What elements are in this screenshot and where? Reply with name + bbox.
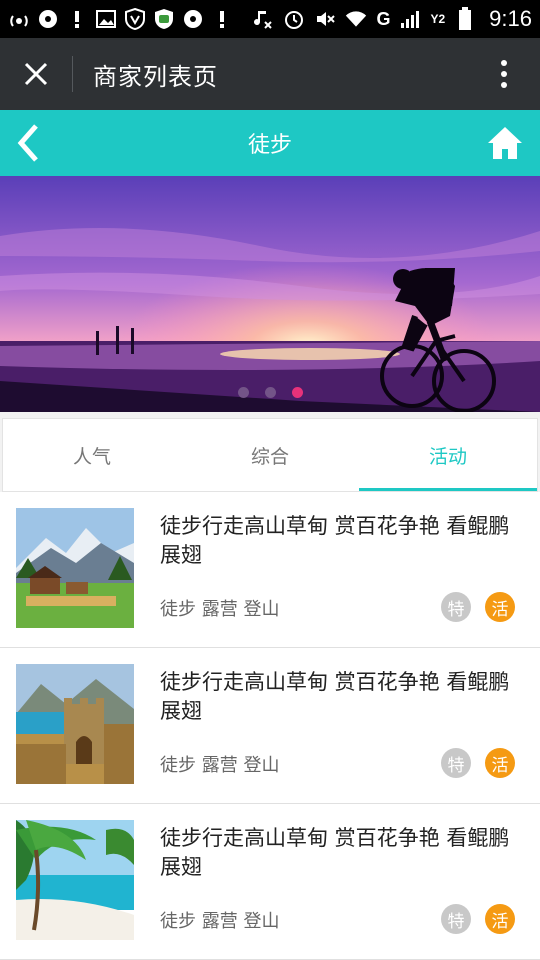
image-icon: [95, 8, 117, 30]
item-tags: 徒步 露营 登山: [160, 599, 280, 620]
close-icon: [24, 62, 48, 86]
clock: 9:16: [489, 6, 532, 31]
app-bar-divider: [72, 56, 73, 92]
tab-activity[interactable]: 活动: [359, 419, 537, 491]
status-bar: G Y2 9:16: [0, 0, 540, 38]
alert-icon: [66, 8, 88, 30]
alarm-icon: [283, 8, 305, 30]
carousel-dot[interactable]: [237, 387, 249, 398]
more-button[interactable]: [468, 38, 540, 110]
music-off-icon: [252, 8, 274, 30]
item-tags: 徒步 露营 登山: [160, 755, 280, 776]
carousel-indicator: [0, 387, 540, 398]
activity-badge: 活: [485, 592, 515, 622]
hotspot-icon: [8, 8, 30, 30]
signal-icon: [399, 8, 421, 30]
special-badge: 特: [441, 748, 471, 778]
nav-bar: 徒步: [0, 110, 540, 176]
shield-v-icon: [124, 8, 146, 30]
security-app-icon: [153, 8, 175, 30]
item-title: 徒步行走高山草甸 赏百花争艳 看鲲鹏展翅: [160, 670, 510, 723]
banner-carousel[interactable]: [0, 176, 540, 412]
list-item[interactable]: 徒步行走高山草甸 赏百花争艳 看鲲鹏展翅 徒步 露营 登山 特 活: [0, 648, 540, 804]
sim-label: Y2: [430, 12, 446, 26]
list-item[interactable]: 徒步行走高山草甸 赏百花争艳 看鲲鹏展翅 徒步 露营 登山 特 活: [0, 804, 540, 960]
merchant-list: 徒步行走高山草甸 赏百花争艳 看鲲鹏展翅 徒步 露营 登山 特 活 徒步行走高山…: [0, 492, 540, 960]
more-vertical-icon: [501, 60, 507, 88]
app-bar: 商家列表页: [0, 38, 540, 110]
activity-badge: 活: [485, 904, 515, 934]
thumbnail-tropical-beach: [16, 820, 134, 940]
record-icon: [37, 8, 59, 30]
alert-icon: [211, 8, 233, 30]
activity-badge: 活: [485, 748, 515, 778]
list-item[interactable]: 徒步行走高山草甸 赏百花争艳 看鲲鹏展翅 徒步 露营 登山 特 活: [0, 492, 540, 648]
network-type-label: G: [376, 8, 391, 29]
nav-title: 徒步: [247, 133, 292, 158]
carousel-dot-active[interactable]: [291, 387, 303, 398]
carousel-dot[interactable]: [264, 387, 276, 398]
back-button[interactable]: [0, 110, 56, 176]
home-icon: [488, 127, 522, 159]
special-badge: 特: [441, 904, 471, 934]
chevron-left-icon: [17, 124, 38, 162]
record-icon: [182, 8, 204, 30]
filter-tabs: 人气 综合 活动: [2, 418, 538, 492]
item-title: 徒步行走高山草甸 赏百花争艳 看鲲鹏展翅: [160, 826, 510, 879]
thumbnail-mountain-village: [16, 508, 134, 628]
item-tags: 徒步 露营 登山: [160, 911, 280, 932]
item-title: 徒步行走高山草甸 赏百花争艳 看鲲鹏展翅: [160, 514, 510, 567]
banner-image: [0, 176, 540, 412]
special-badge: 特: [441, 592, 471, 622]
home-button[interactable]: [470, 110, 540, 176]
battery-icon: [454, 7, 476, 30]
thumbnail-castle-ruins: [16, 664, 134, 784]
tab-comprehensive[interactable]: 综合: [181, 419, 359, 491]
wifi-icon: [345, 8, 367, 30]
mute-icon: [314, 8, 336, 30]
tab-popular[interactable]: 人气: [3, 419, 181, 491]
close-button[interactable]: [0, 38, 72, 110]
page-title: 商家列表页: [93, 62, 218, 91]
